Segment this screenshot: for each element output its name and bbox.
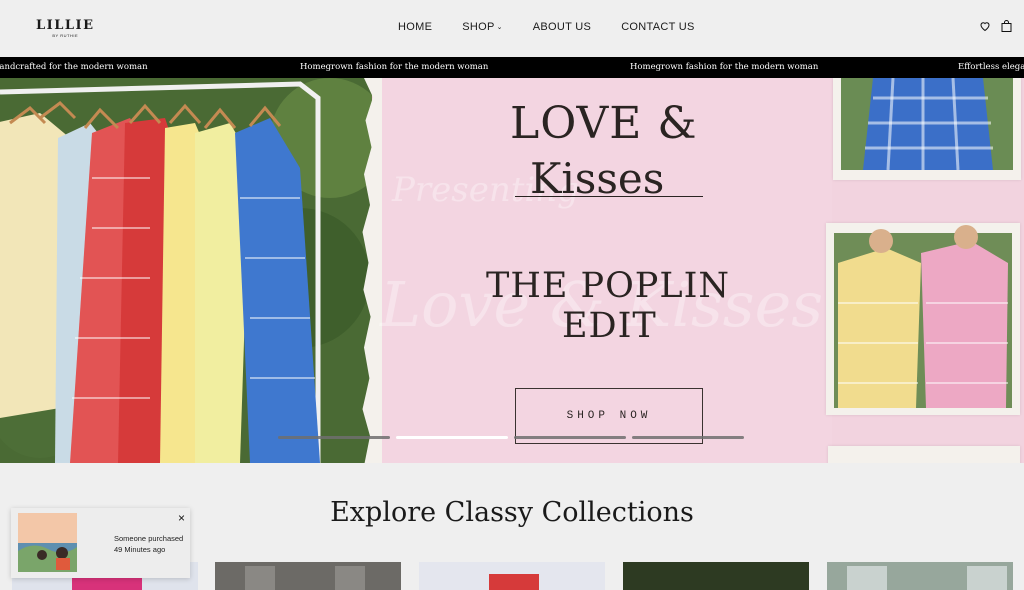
collection-card[interactable] [419,562,605,590]
announcement-bar: Handcrafted for the modern woman Homegro… [0,57,1024,78]
partial-photo [828,446,1020,463]
popup-product-image [18,513,77,572]
slide-indicator-4[interactable] [632,436,744,439]
nav-shop[interactable]: SHOP ⌄ [462,21,503,33]
heart-icon[interactable] [979,20,991,32]
logo-subtitle: BY RUTHIE [52,33,79,38]
nav-contact-label: CONTACT US [621,21,695,33]
announcement-text: Homegrown fashion for the modern woman [300,62,489,72]
close-icon[interactable]: × [178,511,185,525]
nav-about-label: ABOUT US [532,21,592,33]
chevron-down-icon: ⌄ [496,24,503,31]
main-nav: HOME SHOP ⌄ ABOUT US CONTACT US [398,21,725,33]
hero-slider: Presenting Love & Kisses LOVE & Kisses T… [0,78,1024,463]
collection-card[interactable] [215,562,401,590]
slide-indicator-2[interactable] [396,436,508,439]
recent-purchase-popup: Someone purchased 49 Minutes ago × [11,508,190,578]
hero-subtitle-line2: EDIT [562,306,657,346]
shopping-bag-icon[interactable] [1001,20,1012,32]
hero-title-line1: LOVE & [510,98,698,149]
popup-message: Someone purchased 49 Minutes ago [114,533,183,555]
dress-rack-photo [0,78,372,463]
announcement-text: Homegrown fashion for the modern woman [630,62,819,72]
nav-shop-label: SHOP [462,21,495,33]
logo[interactable]: LILLIE BY RUTHIE [36,19,95,39]
announcement-text: Handcrafted for the modern woman [0,62,148,72]
popup-line1: Someone purchased [114,534,184,543]
slider-indicators [278,436,744,439]
collection-card[interactable] [623,562,809,590]
collection-card[interactable] [827,562,1013,590]
nav-home[interactable]: HOME [398,21,432,33]
nav-about-us[interactable]: ABOUT US [533,21,591,33]
pink-yellow-dresses-photo [826,223,1020,415]
popup-line2: 49 Minutes ago [114,545,166,554]
site-header: LILLIE BY RUTHIE HOME SHOP ⌄ ABOUT US CON… [0,0,1024,56]
nav-home-label: HOME [398,21,433,33]
nav-contact-us[interactable]: CONTACT US [621,21,695,33]
hero-subtitle-line1: THE POPLIN [486,266,731,306]
blue-gingham-photo [833,78,1021,180]
announcement-text: Effortless elegance for [958,62,1024,72]
slide-indicator-3[interactable] [514,436,626,439]
logo-text: LILLIE [36,18,95,33]
title-underline [515,196,703,197]
slide-indicator-1[interactable] [278,436,390,439]
header-icons [979,20,1012,32]
